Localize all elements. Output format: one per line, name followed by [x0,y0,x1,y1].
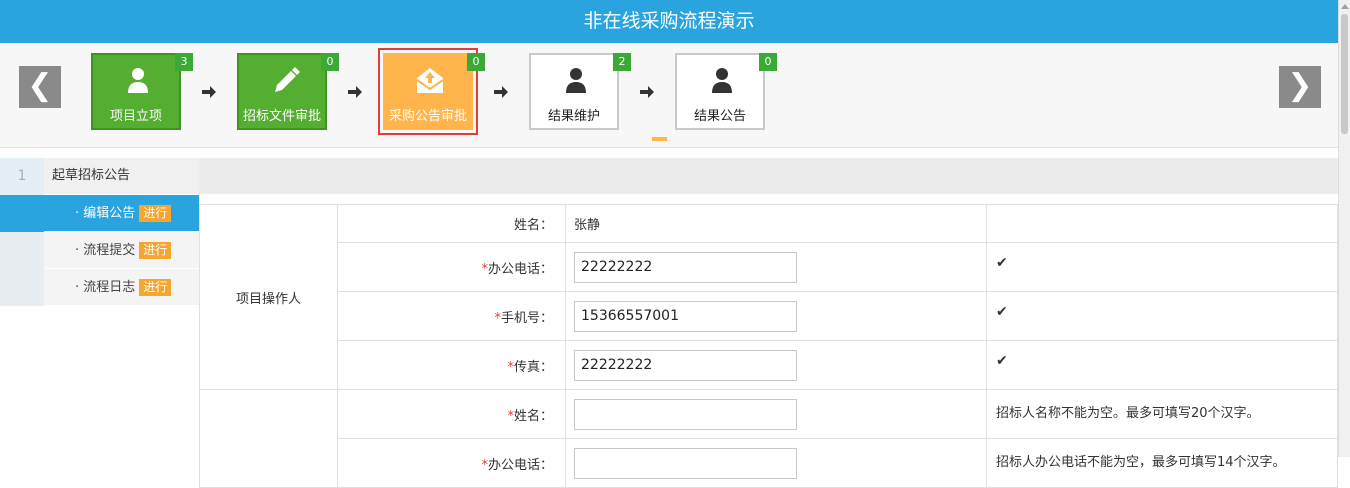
field-label: 姓名： [337,204,566,243]
group-label [199,389,338,488]
step-tender-doc-approval[interactable]: 招标文件审批 0 [237,53,339,130]
label-text: 办公电话： [487,457,553,473]
scroll-up-icon[interactable] [1341,4,1349,9]
label-text: 传真： [513,359,553,375]
field-cell [565,438,987,488]
form-row: *姓名： 招标人名称不能为空。最多可填写20个汉字。 [199,389,1338,488]
field-label: *办公电话： [337,242,566,292]
form-row: *办公电话： 招标人办公电话不能为空，最多可填写14个汉字。 [200,438,1338,488]
sidebar-item-edit-notice[interactable]: · 编辑公告 进行 [0,195,199,232]
step-count-badge: 3 [175,53,193,71]
step-count-badge: 2 [613,53,631,71]
arrow-right-icon [348,86,362,98]
step-count-badge: 0 [759,53,777,71]
validation-message: ✔ [986,340,1338,390]
form-row: 项目操作人 姓名： 张静 [199,204,1338,390]
step-result-announcement[interactable]: 结果公告 0 [675,53,777,130]
arrow-right-icon [640,86,654,98]
field-cell [565,291,987,341]
label-text: 姓名： [513,408,553,424]
section-title: 起草招标公告 [52,168,131,183]
workflow-stepbar: ❮ 项目立项 3 招标文件审批 0 采购公告审批 0 结果维护 2 结果公告 0… [0,43,1338,148]
item-stripe [0,269,44,306]
form-row: *办公电话： ✔ [200,242,1338,292]
sidebar-item-process-log[interactable]: · 流程日志 进行 [0,269,199,306]
sidebar-item-label: · 编辑公告 进行 [75,195,172,232]
current-step-marker [652,137,667,141]
status-badge: 进行 [139,242,172,259]
vertical-scrollbar[interactable] [1338,0,1350,457]
mobile-input[interactable] [574,300,797,332]
form-row: *手机号： ✔ [200,291,1338,341]
item-stripe [0,195,44,232]
pencil-icon [275,67,300,92]
sidebar-item-label: · 流程提交 进行 [75,232,172,269]
check-icon: ✔ [996,353,1008,369]
user-icon [128,68,148,93]
field-cell [565,389,987,439]
check-icon: ✔ [996,255,1008,271]
next-arrow-button[interactable]: ❯ [1279,66,1321,108]
scroll-thumb[interactable] [1341,14,1348,134]
label-text: 办公电话： [487,261,553,277]
mail-upload-icon [416,68,444,93]
section-number: 1 [0,158,44,195]
step-count-badge: 0 [467,53,485,71]
item-text: · 流程提交 [75,243,136,258]
group-label: 项目操作人 [199,204,338,390]
step-label: 项目立项 [109,109,162,124]
user-icon [566,68,586,93]
sidebar-item-submit-process[interactable]: · 流程提交 进行 [0,232,199,269]
arrow-right-icon [494,86,508,98]
prev-arrow-button[interactable]: ❮ [19,66,61,108]
field-label: *办公电话： [337,438,566,488]
step-label: 结果公告 [693,109,746,124]
office-phone-input[interactable] [574,251,797,283]
field-cell [565,242,987,292]
sidebar: 1 起草招标公告 · 编辑公告 进行 · 流程提交 进行 · 流程日志 进行 [0,158,199,306]
check-icon: ✔ [996,304,1008,320]
field-label: *传真： [337,340,566,390]
label-text: 姓名： [513,218,553,233]
name-value: 张静 [565,204,987,243]
validation-message: ✔ [986,291,1338,341]
form-row: *传真： ✔ [200,340,1338,390]
step-count-badge: 0 [321,53,339,71]
label-text: 手机号： [500,310,553,326]
step-label: 招标文件审批 [242,109,321,124]
item-text: · 流程日志 [75,280,136,295]
field-label: *姓名： [337,389,566,439]
validation-message: 招标人办公电话不能为空，最多可填写14个汉字。 [986,438,1338,488]
operator-form: 项目操作人 姓名： 张静 *办公电话： ✔ *手机号： ✔ *传真： ✔ *姓名… [199,204,1338,488]
sidebar-section-header: 1 起草招标公告 [0,158,199,195]
step-procurement-notice-approval[interactable]: 采购公告审批 0 [378,48,485,135]
fax-input[interactable] [574,349,797,381]
field-label: *手机号： [337,291,566,341]
step-result-maintenance[interactable]: 结果维护 2 [529,53,631,130]
status-badge: 进行 [139,279,172,296]
validation-message [986,204,1338,243]
page-title: 非在线采购流程演示 [0,0,1338,43]
tenderer-name-input[interactable] [574,398,797,430]
step-label: 采购公告审批 [388,109,467,124]
validation-message: ✔ [986,242,1338,292]
step-project-setup[interactable]: 项目立项 3 [91,53,193,130]
validation-message: 招标人名称不能为空。最多可填写20个汉字。 [986,389,1338,439]
item-stripe [0,232,44,269]
sidebar-item-label: · 流程日志 进行 [75,269,172,306]
status-badge: 进行 [139,205,172,222]
content-header-bar [199,158,1338,194]
user-icon [712,68,732,93]
field-cell [565,340,987,390]
arrow-right-icon [202,86,216,98]
item-text: · 编辑公告 [75,206,136,221]
step-label: 结果维护 [547,109,600,124]
tenderer-phone-input[interactable] [574,447,797,479]
